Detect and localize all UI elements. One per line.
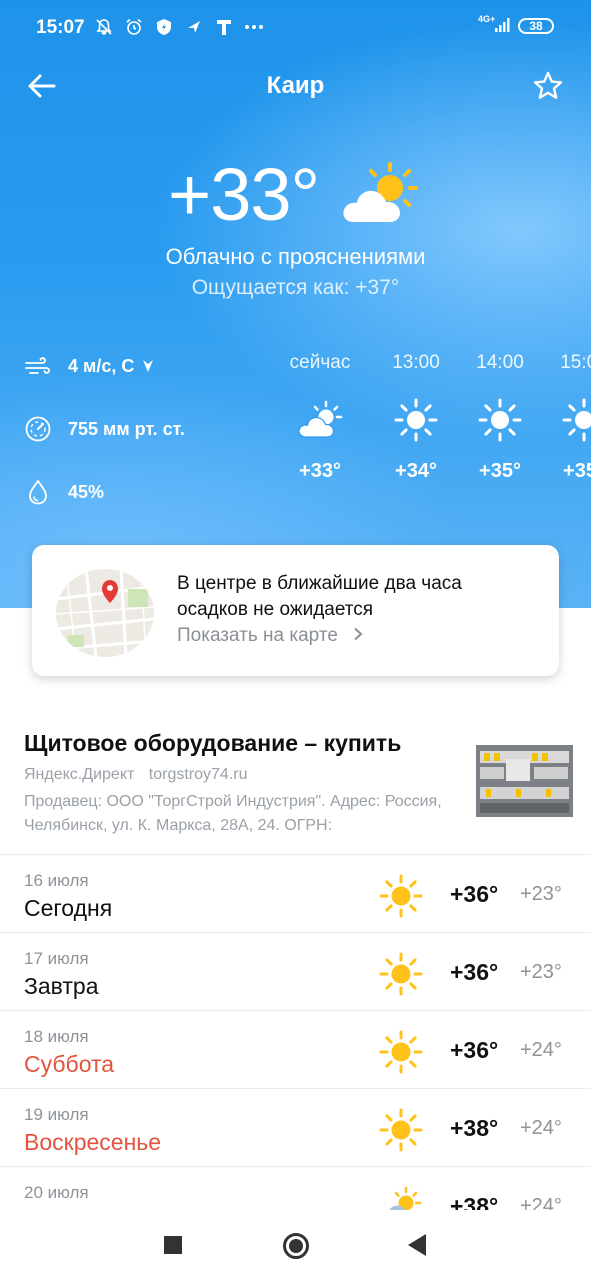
nowcast-line-1: В центре в ближайшие два часа <box>177 573 462 594</box>
day-temp-min: +24° <box>520 1117 562 1139</box>
droplet-icon <box>29 479 47 505</box>
show-on-map-link[interactable]: Показать на карте <box>177 625 363 647</box>
day-temp-max: +38° <box>450 1115 499 1141</box>
wind-param: 4 м/с, С <box>24 350 154 382</box>
day-date: 18 июля <box>24 1027 89 1046</box>
day-temp-min: +24° <box>520 1195 562 1211</box>
pressure-value: 755 мм рт. ст. <box>68 418 185 439</box>
day-name: Суббота <box>24 1051 115 1077</box>
sun-icon <box>378 951 424 1002</box>
sun-icon <box>376 396 456 444</box>
ad-block[interactable]: Щитовое оборудование – купить Яндекс.Дир… <box>0 708 591 854</box>
day-temp-max: +36° <box>450 881 499 907</box>
hour-item[interactable]: 13:00 +34° <box>376 348 456 483</box>
current-temperature: +33° <box>168 153 320 236</box>
nowcast-card[interactable]: В центре в ближайшие два часа осадков не… <box>32 545 559 676</box>
wind-direction-icon <box>143 360 154 372</box>
more-icon <box>244 16 264 38</box>
ad-image[interactable] <box>476 745 573 817</box>
day-temp-min: +24° <box>520 1039 562 1061</box>
day-name: Воскресенье <box>24 1129 162 1155</box>
daily-row[interactable]: 18 июля Суббота +36° +24° <box>0 1010 591 1089</box>
hour-time: 14:00 <box>476 352 524 373</box>
mute-bell-icon <box>94 16 114 38</box>
day-date: 19 июля <box>24 1105 89 1124</box>
daily-row[interactable]: 20 июля +38° +24° <box>0 1166 591 1211</box>
sun-icon <box>378 1029 424 1080</box>
show-on-map-label: Показать на карте <box>177 625 338 646</box>
partly-cloudy-icon <box>378 1185 424 1211</box>
partly-cloudy-icon <box>340 160 424 231</box>
status-icons <box>94 16 264 38</box>
system-nav-bar <box>0 1210 591 1280</box>
nowcast-line-2: осадков не ожидается <box>177 599 374 620</box>
hour-time: 15:00 <box>560 352 591 373</box>
daily-row[interactable]: 16 июля Сегодня +36° +23° <box>0 854 591 933</box>
network-type: 4G+ <box>478 14 496 24</box>
partly-cloudy-icon <box>280 396 360 444</box>
sun-icon <box>460 396 540 444</box>
day-temp-min: +23° <box>520 961 562 983</box>
hour-temp: +35° <box>563 460 591 482</box>
hourly-forecast[interactable]: сейчас +33° 13:00 +34° 14:00 +35° 15: +3 <box>280 348 591 518</box>
battery-icon: 38 <box>518 18 554 34</box>
day-date: 16 июля <box>24 871 89 890</box>
hour-time: сейчас <box>289 352 351 373</box>
battery-level: 38 <box>529 19 543 33</box>
ad-description: Продавец: ООО "ТоргСтрой Индустрия". Адр… <box>24 793 442 834</box>
top-bar: Каир <box>0 60 591 112</box>
favorite-star-icon[interactable] <box>532 70 564 102</box>
home-button[interactable] <box>283 1233 309 1259</box>
alarm-icon <box>124 16 144 38</box>
sun-icon <box>544 396 591 444</box>
send-icon <box>184 16 204 38</box>
hour-item[interactable]: 15:00 +35° <box>544 348 591 483</box>
humidity-param: 45% <box>24 476 104 508</box>
back-button[interactable] <box>408 1234 426 1256</box>
pressure-param: 755 мм рт. ст. <box>24 413 185 445</box>
recents-button[interactable] <box>164 1236 182 1254</box>
ad-meta: Яндекс.Директ torgstroy74.ru <box>24 766 248 784</box>
hour-temp: +35° <box>479 460 521 482</box>
sun-icon <box>378 873 424 924</box>
daily-row[interactable]: 19 июля Воскресенье +38° +24° <box>0 1088 591 1167</box>
day-temp-max: +36° <box>450 1037 499 1063</box>
nowcast-message: В центре в ближайшие два часа осадков не… <box>177 571 527 623</box>
ad-domain[interactable]: torgstroy74.ru <box>149 766 248 783</box>
hour-time: 13:00 <box>392 352 440 373</box>
hour-temp: +33° <box>299 460 341 482</box>
status-time: 15:07 <box>36 17 85 38</box>
page-title: Каир <box>266 72 325 99</box>
day-name: Сегодня <box>24 895 113 921</box>
day-date: 17 июля <box>24 949 89 968</box>
day-temp-max: +36° <box>450 959 499 985</box>
map-thumbnail[interactable] <box>56 569 154 657</box>
status-bar: 15:07 4G+ 38 <box>0 0 591 56</box>
day-name: Завтра <box>24 973 99 999</box>
wind-value: 4 м/с, С <box>68 355 135 376</box>
shield-icon <box>154 16 174 38</box>
humidity-value: 45% <box>68 481 105 502</box>
day-temp-min: +23° <box>520 883 562 905</box>
chevron-right-icon <box>354 627 363 641</box>
hour-temp: +34° <box>395 460 437 482</box>
hour-item[interactable]: 14:00 +35° <box>460 348 540 483</box>
pressure-gauge-icon <box>25 416 51 442</box>
day-date: 20 июля <box>24 1183 89 1202</box>
signal-icon <box>495 18 510 32</box>
daily-row[interactable]: 17 июля Завтра +36° +23° <box>0 932 591 1011</box>
wind-icon <box>25 357 50 374</box>
ad-source: Яндекс.Директ <box>24 766 135 783</box>
hour-item[interactable]: сейчас +33° <box>280 348 360 483</box>
ad-title[interactable]: Щитовое оборудование – купить <box>24 730 401 757</box>
condition-text: Облачно с прояснениями <box>165 244 426 269</box>
sun-icon <box>378 1107 424 1158</box>
feels-like-text: Ощущается как: +37° <box>191 276 400 299</box>
day-temp-max: +38° <box>450 1193 499 1211</box>
tele2-icon <box>214 16 234 38</box>
